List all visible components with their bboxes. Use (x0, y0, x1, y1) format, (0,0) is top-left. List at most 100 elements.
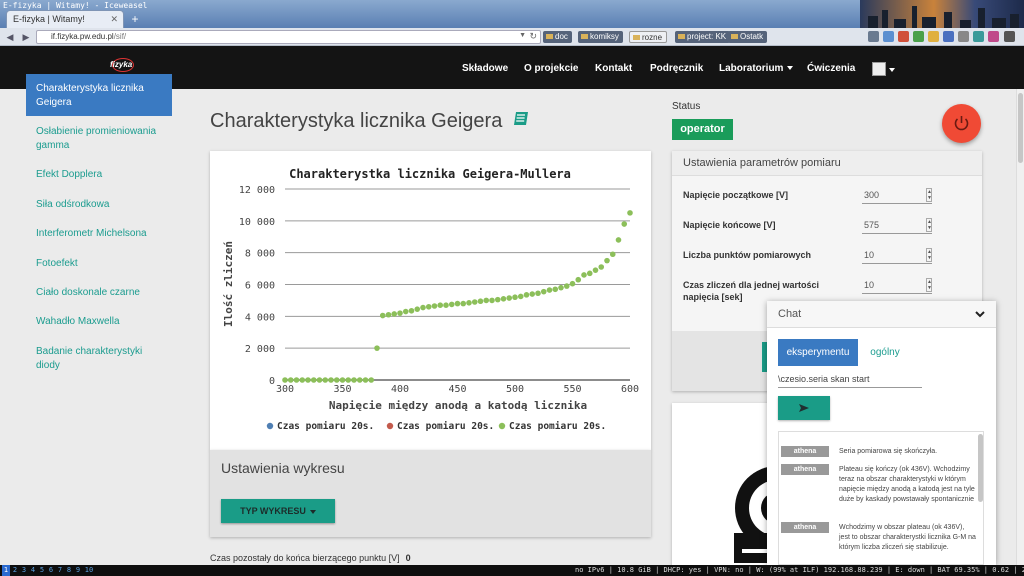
chart-point[interactable] (333, 377, 340, 383)
chart-point[interactable] (494, 296, 501, 303)
chart-point[interactable] (316, 377, 323, 383)
sidebar-item-dioda[interactable]: Badanie charakterystyki diody (26, 345, 172, 373)
avatar[interactable] (872, 62, 886, 76)
chart-point[interactable] (385, 311, 392, 318)
chart-point[interactable] (420, 304, 426, 311)
toolbar-icon[interactable] (928, 31, 939, 42)
close-tab-icon[interactable]: ✕ (110, 14, 118, 25)
sidebar-item-cialo[interactable]: Ciało doskonale czarne (26, 286, 172, 300)
sidebar-item-maxwell[interactable]: Wahadło Maxwella (26, 315, 172, 329)
sidebar-item-gamma[interactable]: Osłabienie promieniowania gamma (26, 125, 172, 153)
spinner-icon[interactable]: ▲ ▼ (926, 188, 932, 202)
chart-point[interactable] (287, 377, 294, 383)
workspace-1[interactable]: 1 (2, 565, 10, 576)
bookmark-project[interactable]: project: KK (675, 31, 731, 43)
chart-point[interactable] (466, 300, 472, 306)
chart-point[interactable] (443, 302, 449, 308)
page-scrollbar[interactable] (1016, 89, 1024, 565)
send-button[interactable] (778, 396, 830, 420)
chart-point[interactable] (575, 276, 582, 283)
chart-point[interactable] (322, 377, 329, 383)
chart-point[interactable] (374, 345, 380, 351)
reload-icon[interactable]: ↻ (529, 31, 537, 42)
chart-point[interactable] (489, 297, 495, 304)
forward-icon[interactable]: ▶ (19, 30, 33, 44)
chevron-down-icon[interactable] (975, 309, 985, 319)
chart-point[interactable] (546, 287, 553, 293)
sidebar-item-sila[interactable]: Siła odśrodkowa (26, 198, 172, 212)
chart-point[interactable] (500, 296, 507, 302)
chart-point[interactable] (397, 310, 403, 316)
url-bar[interactable]: if.fizyka.pw.edu.pl/sif/ ▼ ↻ (36, 30, 541, 44)
sidebar-item-fotoefekt[interactable]: Fotoefekt (26, 257, 172, 271)
chat-log-scrollbar[interactable] (978, 434, 983, 502)
bookmark-doc[interactable]: doc (543, 31, 572, 43)
chart-point[interactable] (598, 264, 605, 270)
chart-point[interactable] (425, 303, 432, 310)
chart-point[interactable] (310, 377, 317, 383)
chart-point[interactable] (563, 283, 570, 289)
spinner-icon[interactable]: ▲ ▼ (926, 248, 932, 262)
workspace-9[interactable]: 9 (74, 565, 82, 576)
workspace-2[interactable]: 2 (11, 565, 19, 576)
chat-header[interactable]: Chat (767, 301, 996, 328)
chart-point[interactable] (345, 377, 352, 383)
nav-kontakt[interactable]: Kontakt (595, 63, 632, 74)
workspace-3[interactable]: 3 (20, 565, 28, 576)
sidebar-item-geiger[interactable]: Charakterystyka licznika Geigera (26, 74, 172, 116)
menu-icon[interactable] (1004, 31, 1015, 42)
bookmark-ostatk[interactable]: Ostatk (728, 31, 768, 43)
chart-point[interactable] (592, 267, 599, 273)
workspace-4[interactable]: 4 (29, 565, 37, 576)
chart-point[interactable] (351, 377, 357, 383)
chart-point[interactable] (535, 290, 541, 297)
browser-tab[interactable]: E-fizyka | Witamy! ✕ (6, 10, 124, 28)
chart-point[interactable] (448, 301, 455, 308)
chart-point[interactable] (512, 294, 518, 301)
chart-point[interactable] (517, 293, 524, 300)
chart-point[interactable] (305, 377, 311, 383)
scrollbar-thumb[interactable] (1018, 93, 1023, 163)
chart-point[interactable] (293, 377, 300, 383)
toolbar-icon[interactable] (958, 31, 969, 42)
chart-point[interactable] (540, 288, 547, 295)
nav-o-projekcie[interactable]: O projekcie (524, 63, 578, 74)
workspace-6[interactable]: 6 (47, 565, 55, 576)
param-end-voltage-input[interactable]: 575 ▲ ▼ (862, 217, 932, 234)
bookmark-komiksy[interactable]: komiksy (578, 31, 623, 43)
nav-podrecznik[interactable]: Podręcznik (650, 63, 703, 74)
bookmark-rozne[interactable]: rozne (629, 31, 668, 43)
site-logo[interactable]: fizyka (110, 58, 136, 74)
chart-point[interactable] (339, 377, 346, 383)
toolbar-icon[interactable] (883, 31, 894, 42)
chart-point[interactable] (604, 257, 610, 264)
param-start-voltage-input[interactable]: 300 ▲ ▼ (862, 187, 932, 204)
chart-point[interactable] (391, 311, 398, 317)
chat-tab-ogolny[interactable]: ogólny (867, 339, 903, 366)
toolbar-icon[interactable] (943, 31, 954, 42)
chart-point[interactable] (437, 302, 444, 308)
chart-point[interactable] (621, 221, 628, 227)
chart-point[interactable] (460, 300, 467, 307)
workspace-7[interactable]: 7 (56, 565, 64, 576)
workspace-8[interactable]: 8 (65, 565, 73, 576)
chart-point[interactable] (379, 312, 386, 319)
chart-point[interactable] (483, 297, 490, 304)
power-button[interactable] (942, 104, 981, 143)
caret-down-icon[interactable] (889, 68, 895, 72)
chart-point[interactable] (368, 377, 375, 383)
chat-log[interactable]: athena Seria pomiarowa się skończyła. at… (778, 431, 984, 565)
chart-legend-label[interactable]: Czas pomiaru 20s. (509, 421, 606, 432)
chart-point[interactable] (506, 295, 513, 301)
spinner-icon[interactable]: ▲ ▼ (926, 278, 932, 292)
chart-point[interactable] (328, 377, 334, 383)
toolbar-icon[interactable] (988, 31, 999, 42)
chart-point[interactable] (471, 299, 478, 305)
chart-point[interactable] (408, 307, 415, 314)
chart-point[interactable] (299, 377, 306, 383)
chart-point[interactable] (586, 270, 593, 277)
chart-legend-label[interactable]: Czas pomiaru 20s. (277, 421, 374, 432)
chart-point[interactable] (431, 303, 438, 309)
nav-laboratorium[interactable]: Laboratorium (719, 63, 794, 74)
param-points-input[interactable]: 10 ▲ ▼ (862, 247, 932, 264)
